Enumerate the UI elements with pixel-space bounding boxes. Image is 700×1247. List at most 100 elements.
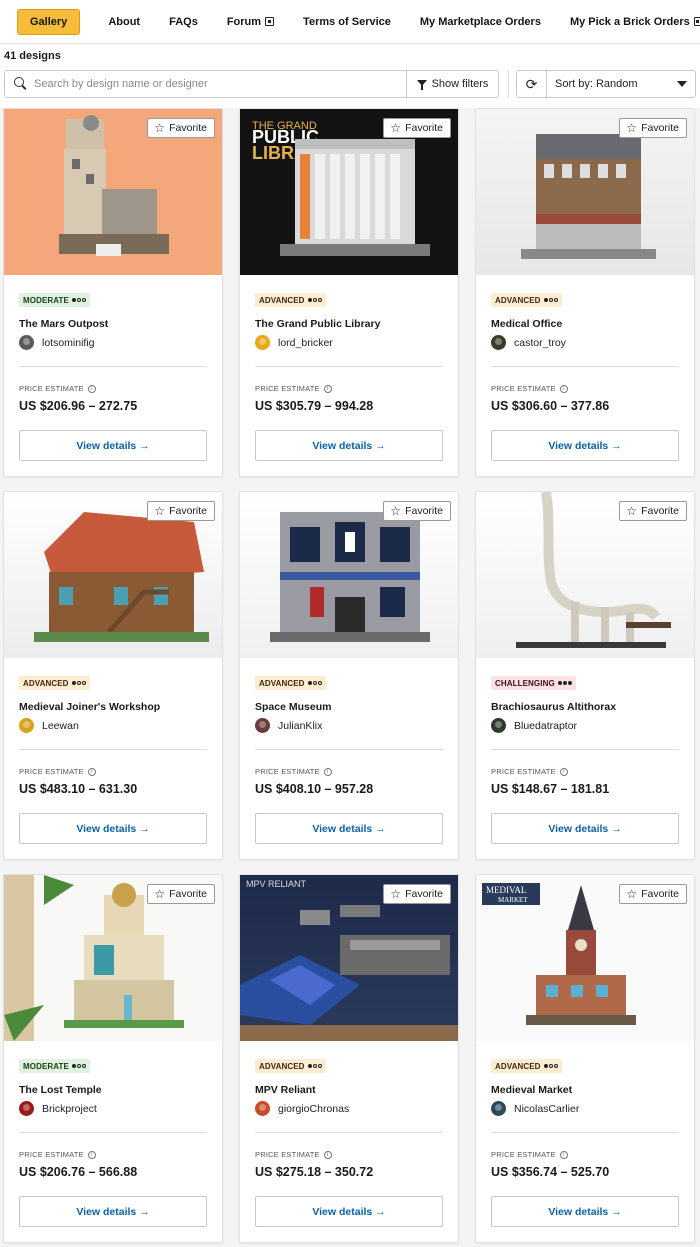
divider: [491, 366, 679, 367]
difficulty-dot: [76, 1064, 81, 1068]
design-title[interactable]: Medieval Joiner's Workshop: [19, 701, 160, 713]
shuffle-icon[interactable]: ⟳: [517, 71, 547, 97]
star-icon: ☆: [390, 121, 402, 135]
chevron-down-icon: [677, 81, 687, 87]
info-icon[interactable]: i: [323, 767, 332, 776]
sort-select[interactable]: ⟳ Sort by: Random: [516, 70, 696, 98]
view-details-button[interactable]: View details →: [19, 430, 207, 461]
price-estimate: US $206.96 – 272.75: [19, 399, 138, 413]
info-icon[interactable]: i: [323, 384, 332, 393]
designer[interactable]: NicolasCarlier: [491, 1101, 579, 1116]
price-estimate: US $275.18 – 350.72: [255, 1165, 374, 1179]
designer[interactable]: castor_troy: [491, 335, 566, 350]
design-thumbnail[interactable]: ☆ Favorite: [4, 875, 222, 1041]
favorite-button[interactable]: ☆ Favorite: [383, 118, 451, 138]
favorite-button[interactable]: ☆ Favorite: [619, 501, 687, 521]
nav-terms[interactable]: Terms of Service: [303, 16, 391, 28]
view-details-button[interactable]: View details →: [491, 1196, 679, 1227]
difficulty-label: ADVANCED: [259, 295, 305, 305]
nav-marketplace-orders[interactable]: My Marketplace Orders: [420, 16, 541, 28]
difficulty-dot: [553, 1064, 558, 1068]
design-card[interactable]: MPV RELIANT ☆ Favorite ADVANCED MPV Reliant g…: [239, 874, 459, 1243]
favorite-button[interactable]: ☆ Favorite: [147, 501, 215, 521]
difficulty-dot: [71, 1064, 76, 1068]
designer[interactable]: lotsominifig: [19, 335, 95, 350]
design-title[interactable]: The Mars Outpost: [19, 318, 108, 330]
difficulty-dots: [71, 681, 86, 685]
info-icon[interactable]: i: [87, 1150, 96, 1159]
design-card[interactable]: ☆ Favorite ADVANCED Medical Office castor_tr…: [475, 108, 695, 477]
view-details-button[interactable]: View details →: [255, 430, 443, 461]
difficulty-badge: CHALLENGING: [491, 676, 576, 690]
design-thumbnail[interactable]: ☆ Favorite: [476, 492, 694, 658]
difficulty-dots: [307, 298, 322, 302]
design-thumbnail[interactable]: MPV RELIANT ☆ Favorite: [240, 875, 458, 1041]
design-card[interactable]: MEDIVAL MARKET ☆ Favorite ADVANCED Medieval M…: [475, 874, 695, 1243]
info-icon[interactable]: i: [559, 1150, 568, 1159]
designer[interactable]: JulianKlix: [255, 718, 322, 733]
favorite-button[interactable]: ☆ Favorite: [383, 884, 451, 904]
design-title[interactable]: Brachiosaurus Altithorax: [491, 701, 616, 713]
difficulty-dot: [567, 681, 572, 685]
view-details-button[interactable]: View details →: [491, 430, 679, 461]
view-details-button[interactable]: View details →: [255, 1196, 443, 1227]
design-title[interactable]: MPV Reliant: [255, 1084, 316, 1096]
avatar: [491, 335, 506, 350]
design-card[interactable]: ☆ Favorite ADVANCED Space Museum JulianKlix P…: [239, 491, 459, 860]
design-thumbnail[interactable]: ☆ Favorite: [476, 109, 694, 275]
design-thumbnail[interactable]: ☆ Favorite: [4, 492, 222, 658]
design-card[interactable]: ☆ Favorite ADVANCED Medieval Joiner's Works…: [3, 491, 223, 860]
designer[interactable]: giorgioChronas: [255, 1101, 349, 1116]
designer[interactable]: Brickproject: [19, 1101, 97, 1116]
designer[interactable]: Bluedatraptor: [491, 718, 577, 733]
favorite-button[interactable]: ☆ Favorite: [147, 884, 215, 904]
show-filters-button[interactable]: Show filters: [406, 71, 498, 97]
design-card[interactable]: ☆ Favorite MODERATE The Mars Outpost lotsomi…: [3, 108, 223, 477]
design-thumbnail[interactable]: ☆ Favorite: [4, 109, 222, 275]
designer-name: castor_troy: [514, 336, 566, 349]
design-title[interactable]: Medical Office: [491, 318, 562, 330]
favorite-button[interactable]: ☆ Favorite: [147, 118, 215, 138]
difficulty-dot: [553, 298, 558, 302]
nav-gallery[interactable]: Gallery: [17, 8, 81, 35]
design-card[interactable]: THE GRAND PUBLIC LIBRARY ☆ Favorite ADVANCED T…: [239, 108, 459, 477]
nav-pick-a-brick-orders[interactable]: My Pick a Brick Orders: [570, 16, 700, 28]
info-icon[interactable]: i: [87, 384, 96, 393]
info-icon[interactable]: i: [559, 767, 568, 776]
price-label-text: PRICE ESTIMATE: [255, 384, 320, 393]
favorite-button[interactable]: ☆ Favorite: [619, 118, 687, 138]
design-thumbnail[interactable]: MEDIVAL MARKET ☆ Favorite: [476, 875, 694, 1041]
design-title[interactable]: The Lost Temple: [19, 1084, 102, 1096]
difficulty-dots: [543, 1064, 558, 1068]
designer[interactable]: Leewan: [19, 718, 79, 733]
view-details-button[interactable]: View details →: [19, 813, 207, 844]
favorite-button[interactable]: ☆ Favorite: [619, 884, 687, 904]
avatar: [491, 1101, 506, 1116]
design-card[interactable]: ☆ Favorite MODERATE The Lost Temple Brickpro…: [3, 874, 223, 1243]
design-thumbnail[interactable]: ☆ Favorite: [240, 492, 458, 658]
favorite-button[interactable]: ☆ Favorite: [383, 501, 451, 521]
view-details-button[interactable]: View details →: [19, 1196, 207, 1227]
design-title[interactable]: Medieval Market: [491, 1084, 572, 1096]
difficulty-dot: [81, 681, 86, 685]
filter-icon: [416, 80, 427, 90]
designer[interactable]: lord_bricker: [255, 335, 333, 350]
design-title[interactable]: The Grand Public Library: [255, 318, 380, 330]
price-estimate: US $306.60 – 377.86: [491, 399, 610, 413]
designer-name: NicolasCarlier: [514, 1102, 580, 1115]
nav-faqs[interactable]: FAQs: [169, 16, 198, 28]
design-thumbnail[interactable]: THE GRAND PUBLIC LIBRARY ☆ Favorite: [240, 109, 458, 275]
nav-about[interactable]: About: [108, 16, 140, 28]
difficulty-label: ADVANCED: [259, 1061, 305, 1071]
design-title[interactable]: Space Museum: [255, 701, 331, 713]
info-icon[interactable]: i: [559, 384, 568, 393]
design-card[interactable]: ☆ Favorite CHALLENGING Brachiosaurus Altith…: [475, 491, 695, 860]
nav-forum[interactable]: Forum: [227, 16, 275, 28]
info-icon[interactable]: i: [323, 1150, 332, 1159]
search-input[interactable]: [34, 78, 404, 90]
view-details-button[interactable]: View details →: [491, 813, 679, 844]
info-icon[interactable]: i: [87, 767, 96, 776]
difficulty-dots: [307, 681, 322, 685]
price-estimate-label: PRICE ESTIMATE i: [255, 384, 332, 393]
view-details-button[interactable]: View details →: [255, 813, 443, 844]
